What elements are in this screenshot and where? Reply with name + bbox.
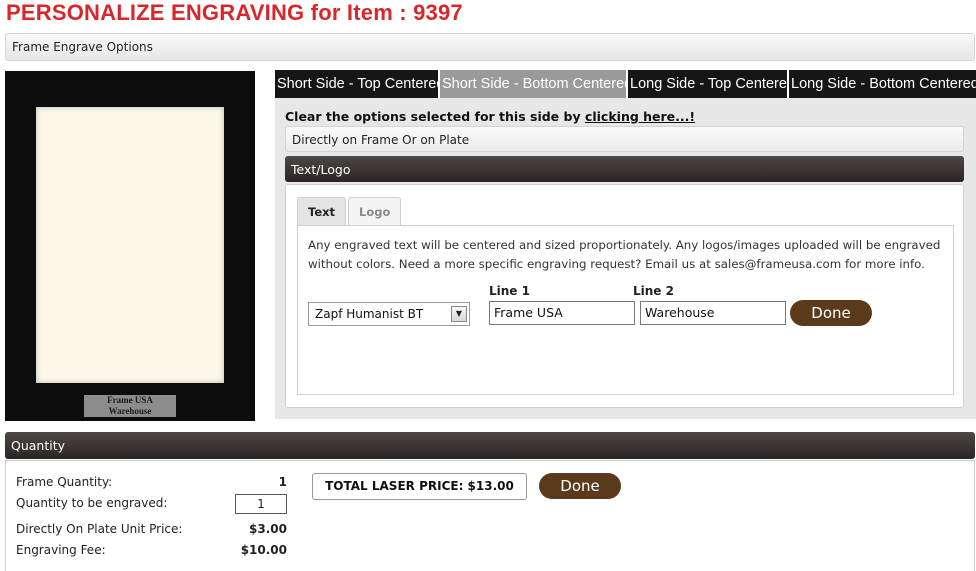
tab-short-side-top[interactable]: Short Side - Top Centered — [275, 70, 444, 98]
line2-label: Line 2 — [633, 284, 674, 298]
tab-short-side-bottom[interactable]: Short Side - Bottom Centered — [440, 70, 632, 98]
options-bar-label: Frame Engrave Options — [12, 40, 153, 54]
plate-line1: Frame USA — [107, 395, 153, 405]
frame-preview: Frame USA Warehouse — [5, 71, 255, 421]
text-logo-tabs: Text Logo — [297, 197, 403, 225]
total-laser-price: TOTAL LASER PRICE: $13.00 — [312, 473, 527, 500]
dropdown-arrow-icon[interactable]: ▼ — [451, 306, 467, 322]
frame-mat — [36, 107, 224, 383]
clear-options-link[interactable]: clicking here...! — [585, 109, 695, 124]
text-logo-section: Text Logo Any engraved text will be cent… — [285, 184, 964, 408]
tab-long-side-bottom[interactable]: Long Side - Bottom Centered — [789, 70, 976, 98]
text-done-button[interactable]: Done — [790, 300, 872, 326]
tab-text[interactable]: Text — [297, 197, 347, 225]
text-tab-content: Any engraved text will be centered and s… — [297, 225, 954, 395]
frame-quantity-label: Frame Quantity: — [16, 475, 113, 489]
quantity-header: Quantity — [5, 432, 975, 459]
unit-price-label: Directly On Plate Unit Price: — [16, 522, 183, 536]
engraving-fee-label: Engraving Fee: — [16, 543, 106, 557]
side-tabs: Short Side - Top Centered Short Side - B… — [275, 70, 976, 98]
frame-quantity-value: 1 — [278, 475, 287, 489]
engraving-info-text: Any engraved text will be centered and s… — [308, 238, 941, 271]
clear-options-prefix: Clear the options selected for this side… — [285, 109, 585, 124]
engraving-plate: Frame USA Warehouse — [84, 395, 176, 417]
engraving-fee-value: $10.00 — [240, 543, 287, 557]
quantity-header-label: Quantity — [11, 438, 66, 453]
text-logo-header-label: Text/Logo — [291, 162, 351, 177]
tab-long-side-top[interactable]: Long Side - Top Centered — [628, 70, 795, 98]
font-select-value: Zapf Humanist BT — [315, 307, 424, 321]
engrave-options-panel: Short Side - Top Centered Short Side - B… — [275, 70, 976, 419]
direct-on-frame-label: Directly on Frame Or on Plate — [292, 133, 470, 147]
frame-engrave-options-bar[interactable]: Frame Engrave Options — [5, 33, 975, 61]
direct-on-frame-bar[interactable]: Directly on Frame Or on Plate — [285, 126, 964, 152]
plate-line2: Warehouse — [108, 406, 152, 416]
quantity-done-button[interactable]: Done — [539, 473, 621, 499]
tab-logo[interactable]: Logo — [348, 197, 402, 225]
engrave-quantity-label: Quantity to be engraved: — [16, 496, 168, 510]
clear-options-text: Clear the options selected for this side… — [285, 109, 695, 124]
line1-label: Line 1 — [489, 284, 530, 298]
quantity-section: Frame Quantity: 1 Quantity to be engrave… — [5, 460, 975, 571]
unit-price-value: $3.00 — [249, 522, 287, 536]
engrave-quantity-input[interactable]: 1 — [235, 494, 287, 514]
page-title: PERSONALIZE ENGRAVING for Item : 9397 — [6, 0, 463, 25]
text-logo-header[interactable]: Text/Logo — [285, 156, 964, 182]
font-select[interactable]: Zapf Humanist BT ▼ — [308, 302, 470, 326]
line1-input[interactable]: Frame USA — [489, 301, 635, 325]
line2-input[interactable]: Warehouse — [640, 301, 786, 325]
